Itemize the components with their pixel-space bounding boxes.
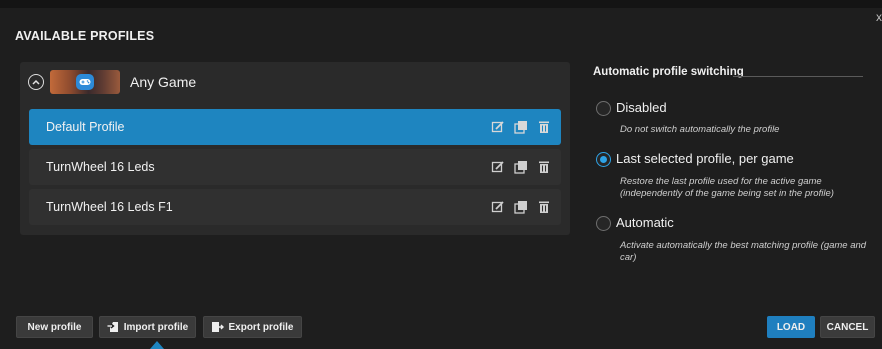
export-profile-label: Export profile [228,321,294,333]
profile-label: TurnWheel 16 Leds F1 [46,200,173,214]
close-button[interactable]: x [872,10,882,24]
tooltip-pointer [150,341,164,349]
cancel-button[interactable]: CANCEL [820,316,875,338]
trash-icon[interactable] [537,120,551,134]
profile-row-turnwheel-f1[interactable]: TurnWheel 16 Leds F1 [29,189,561,225]
load-label: LOAD [776,321,806,333]
trash-icon[interactable] [537,160,551,174]
radio-label-disabled[interactable]: Disabled [616,100,667,115]
radio-desc-last-selected: Restore the last profile used for the ac… [620,176,834,199]
radio-last-selected[interactable] [596,152,611,167]
radio-label-automatic[interactable]: Automatic [616,215,674,230]
new-profile-label: New profile [27,321,82,333]
duplicate-icon[interactable] [514,200,528,214]
game-profiles-panel: Any Game Default Profile TurnWheel 16 Le… [20,62,570,235]
edit-icon[interactable] [491,200,505,214]
profiles-dialog: x AVAILABLE PROFILES Any Game Default Pr… [0,0,882,349]
edit-icon[interactable] [491,160,505,174]
dialog-title: AVAILABLE PROFILES [15,29,155,43]
radio-label-last-selected[interactable]: Last selected profile, per game [616,151,794,166]
export-profile-button[interactable]: Export profile [203,316,302,338]
chevron-up-circle-icon[interactable] [28,74,44,90]
import-profile-button[interactable]: Import profile [99,316,196,338]
load-button[interactable]: LOAD [767,316,815,338]
profile-row-default[interactable]: Default Profile [29,109,561,145]
import-profile-label: Import profile [123,321,189,333]
cancel-label: CANCEL [826,321,869,333]
auto-switching-title: Automatic profile switching [593,66,744,78]
gamepad-icon [76,74,94,90]
radio-automatic[interactable] [596,216,611,231]
duplicate-icon[interactable] [514,160,528,174]
radio-disabled[interactable] [596,101,611,116]
profile-row-turnwheel[interactable]: TurnWheel 16 Leds [29,149,561,185]
game-name: Any Game [130,74,197,90]
dialog-top-edge [0,0,882,8]
import-icon [107,321,120,333]
radio-desc-automatic: Activate automatically the best matching… [620,240,867,263]
game-header[interactable]: Any Game [20,62,570,102]
edit-icon[interactable] [491,120,505,134]
duplicate-icon[interactable] [514,120,528,134]
profile-label: Default Profile [46,120,125,134]
profile-label: TurnWheel 16 Leds [46,160,155,174]
game-thumbnail [50,70,120,94]
export-icon [211,321,225,333]
radio-desc-disabled: Do not switch automatically the profile [620,124,780,135]
section-divider [733,76,863,77]
trash-icon[interactable] [537,200,551,214]
new-profile-button[interactable]: New profile [16,316,93,338]
